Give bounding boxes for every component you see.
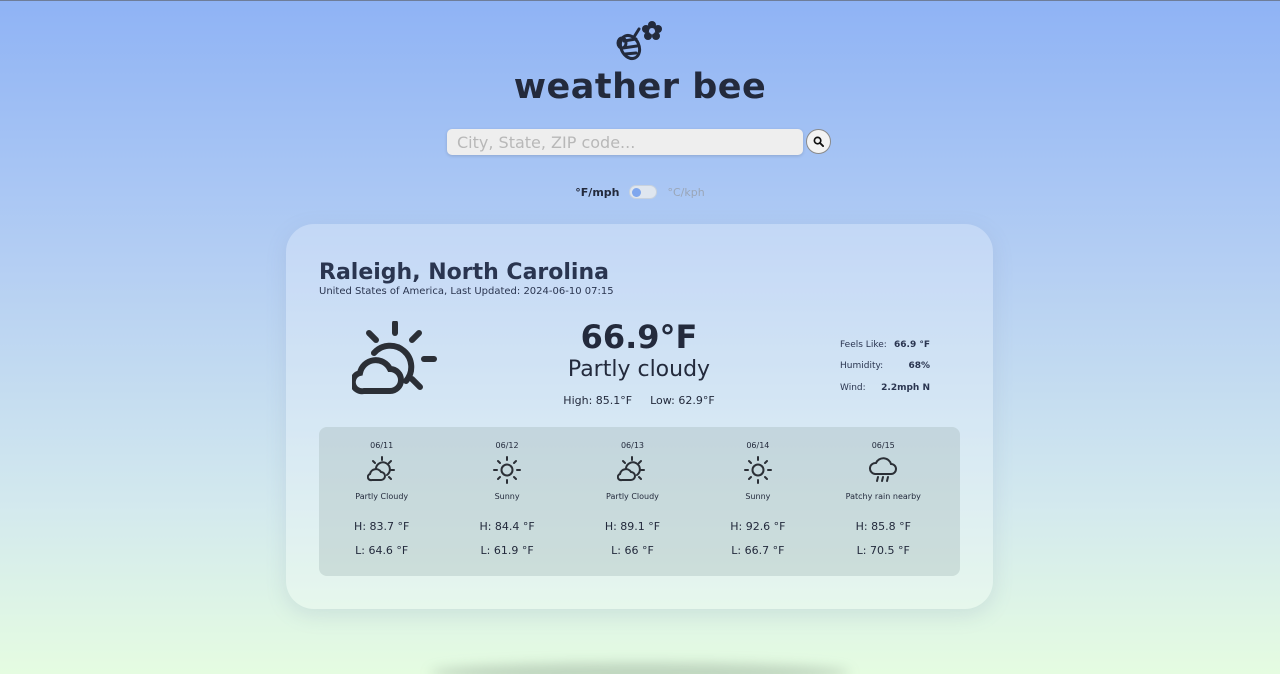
partly-cloudy-icon [366, 456, 395, 482]
city-name: Raleigh, North Carolina [319, 260, 609, 285]
forecast-day: 06/11 Partly Cloudy H: 83.7 °F L: 64.6 °… [319, 427, 444, 576]
forecast-day: 06/13 Partly Cloudy H: 89.1 °F L: 66 °F [570, 427, 695, 576]
detail-value: 66.9 °F [894, 339, 930, 350]
detail-feels-like: Feels Like: 66.9 °F [840, 334, 930, 356]
detail-label: Feels Like: [840, 339, 887, 350]
forecast-day: 06/12 Sunny H: 84.4 °F L: 61.9 °F [444, 427, 569, 576]
detail-humidity: Humidity: 68% [840, 356, 930, 378]
detail-label: Wind: [840, 382, 866, 393]
forecast-date: 06/12 [495, 441, 519, 450]
forecast-condition: Partly Cloudy [606, 492, 659, 501]
forecast-low: L: 70.5 °F [856, 544, 910, 557]
search-input[interactable] [447, 129, 803, 155]
imperial-units-label: °F/mph [575, 185, 620, 199]
unit-switch: °F/mph °C/kph [0, 185, 1280, 199]
sunny-icon [743, 456, 772, 484]
forecast-low: L: 61.9 °F [480, 544, 534, 557]
location-updated: United States of America, Last Updated: … [319, 286, 614, 297]
forecast-date: 06/15 [871, 441, 895, 450]
forecast-date: 06/14 [746, 441, 770, 450]
search-icon [813, 136, 824, 147]
forecast-low: L: 66.7 °F [731, 544, 785, 557]
forecast-low: L: 64.6 °F [355, 544, 409, 557]
forecast-date: 06/13 [620, 441, 644, 450]
app-title: weather bee [513, 67, 767, 107]
current-temperature: 66.9°F [580, 318, 698, 356]
detail-value: 68% [908, 361, 930, 372]
forecast-day: 06/14 Sunny H: 92.6 °F L: 66.7 °F [695, 427, 820, 576]
weather-details: Feels Like: 66.9 °F Humidity: 68% Wind: … [840, 334, 930, 399]
forecast-day: 06/15 Patchy rain nearby H: 85.8 °F L: 7… [821, 427, 946, 576]
forecast-date: 06/11 [370, 441, 394, 450]
forecast-condition: Partly Cloudy [355, 492, 409, 501]
low-temp: Low: 62.9°F [650, 394, 715, 407]
sunny-icon [493, 456, 522, 484]
forecast-high: H: 92.6 °F [730, 520, 786, 533]
forecast-low: L: 66 °F [611, 544, 654, 557]
forecast-panel: 06/11 Partly Cloudy H: 83.7 °F L: 64.6 °… [319, 427, 960, 576]
forecast-high: H: 84.4 °F [479, 520, 535, 533]
forecast-high: H: 83.7 °F [354, 520, 410, 533]
search-button[interactable] [806, 129, 831, 154]
forecast-high: H: 85.8 °F [855, 520, 911, 533]
detail-label: Humidity: [840, 361, 884, 372]
toggle-knob [632, 188, 642, 197]
units-toggle[interactable] [629, 185, 658, 199]
bee-flower-icon [616, 21, 662, 61]
bottom-shadow [430, 663, 850, 674]
current-condition: Partly cloudy [567, 357, 711, 382]
forecast-condition: Patchy rain nearby [845, 492, 921, 501]
forecast-high: H: 89.1 °F [604, 520, 661, 533]
forecast-condition: Sunny [745, 492, 771, 501]
rain-cloud-icon [869, 457, 898, 482]
metric-units-label: °C/kph [667, 185, 705, 199]
partly-cloudy-icon [352, 321, 437, 395]
weather-card: Raleigh, North Carolina United States of… [286, 224, 993, 609]
high-low: High: 85.1°F Low: 62.9°F [539, 394, 739, 407]
detail-value: 2.2mph N [881, 382, 930, 393]
high-temp: High: 85.1°F [563, 394, 633, 407]
partly-cloudy-icon [617, 456, 646, 482]
forecast-condition: Sunny [494, 492, 520, 501]
detail-wind: Wind: 2.2mph N [840, 377, 930, 399]
search-bar [447, 129, 831, 155]
